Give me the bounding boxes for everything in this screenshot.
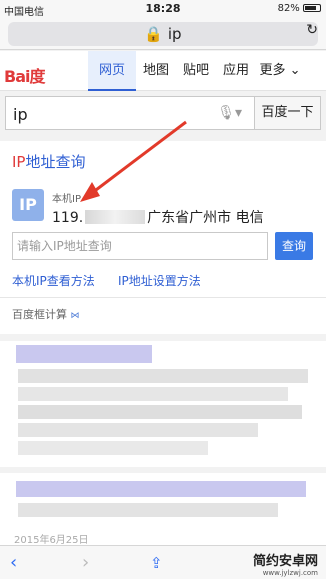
bow-icon: ⋈ (70, 311, 80, 321)
result-date: 2015年6月25日 (14, 535, 89, 546)
status-bar: 中国电信 18:28 82% (0, 0, 326, 18)
battery-icon (303, 4, 321, 12)
tab-map[interactable]: 地图 (136, 51, 176, 91)
search-box: ip 🎙▾ 百度一下 (5, 96, 321, 130)
baidu-nav: Bai度 网页 地图 贴吧 应用 更多 ⌄ (0, 51, 326, 91)
ip-badge-icon: IP (12, 189, 44, 221)
address-field[interactable]: 🔒 ip (8, 22, 318, 46)
tab-apps[interactable]: 应用 (216, 51, 256, 91)
blurred-result-2[interactable]: 2015年6月25日 (0, 473, 326, 546)
battery-percent: 82% (277, 3, 300, 14)
address-text: ip (167, 25, 182, 43)
baidu-logo[interactable]: Bai度 (4, 63, 45, 87)
ip-query-button[interactable]: 查询 (275, 232, 313, 260)
search-input[interactable]: ip (13, 105, 28, 124)
tab-more[interactable]: 更多 ⌄ (256, 51, 304, 91)
tab-tieba[interactable]: 贴吧 (176, 51, 216, 91)
ip-lookup-card: IP地址查询 IP 本机IP 119. 广东省广州市 电信 请输入IP地址查询 查… (0, 141, 326, 334)
chevron-down-icon: ⌄ (289, 63, 301, 78)
watermark: 简约安卓网 www.jylzwj.com (252, 554, 318, 577)
local-ip-label: 本机IP (52, 194, 81, 205)
card-divider (0, 297, 326, 298)
status-right: 82% (278, 3, 321, 14)
card-title[interactable]: IP地址查询 (12, 151, 86, 172)
microphone-icon[interactable]: 🎙▾ (217, 105, 242, 121)
blurred-result-1[interactable] (0, 341, 326, 467)
tab-web[interactable]: 网页 (88, 51, 136, 91)
search-button[interactable]: 百度一下 (254, 97, 320, 129)
local-ip-help-link[interactable]: 本机IP查看方法 (12, 272, 95, 289)
blurred-ip (85, 210, 146, 224)
browser-url-bar: 🔒 ip ↻ (0, 18, 326, 50)
back-icon[interactable]: ‹ (10, 552, 17, 573)
ip-settings-help-link[interactable]: IP地址设置方法 (118, 272, 201, 289)
share-icon[interactable]: ⇪ (150, 554, 163, 572)
card-footer: 百度框计算 ⋈ (12, 308, 80, 321)
ip-query-input[interactable]: 请输入IP地址查询 (12, 232, 268, 260)
reload-icon[interactable]: ↻ (306, 22, 318, 38)
local-ip-value: 119. 广东省广州市 电信 (52, 210, 264, 226)
lock-icon: 🔒 (144, 25, 164, 43)
nav-tabs: 网页 地图 贴吧 应用 更多 ⌄ (88, 51, 304, 91)
forward-icon[interactable]: › (82, 552, 89, 573)
